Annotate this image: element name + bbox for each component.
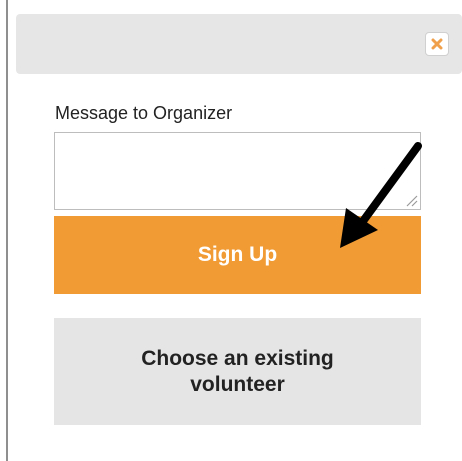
choose-existing-volunteer-button[interactable]: Choose an existing volunteer bbox=[54, 318, 421, 425]
sign-up-button[interactable]: Sign Up bbox=[54, 216, 421, 294]
close-button[interactable] bbox=[425, 32, 449, 56]
message-textarea[interactable] bbox=[54, 132, 421, 210]
close-x-icon bbox=[431, 38, 443, 50]
resize-grip-icon[interactable] bbox=[404, 193, 418, 207]
choose-existing-volunteer-label: Choose an existing volunteer bbox=[141, 346, 334, 396]
dialog-left-border bbox=[6, 0, 8, 461]
sign-up-label: Sign Up bbox=[197, 243, 278, 266]
signup-dialog: Message to Organizer Sign Up Choose an e… bbox=[0, 0, 462, 461]
message-label: Message to Organizer bbox=[55, 103, 233, 123]
dialog-header bbox=[16, 14, 462, 74]
